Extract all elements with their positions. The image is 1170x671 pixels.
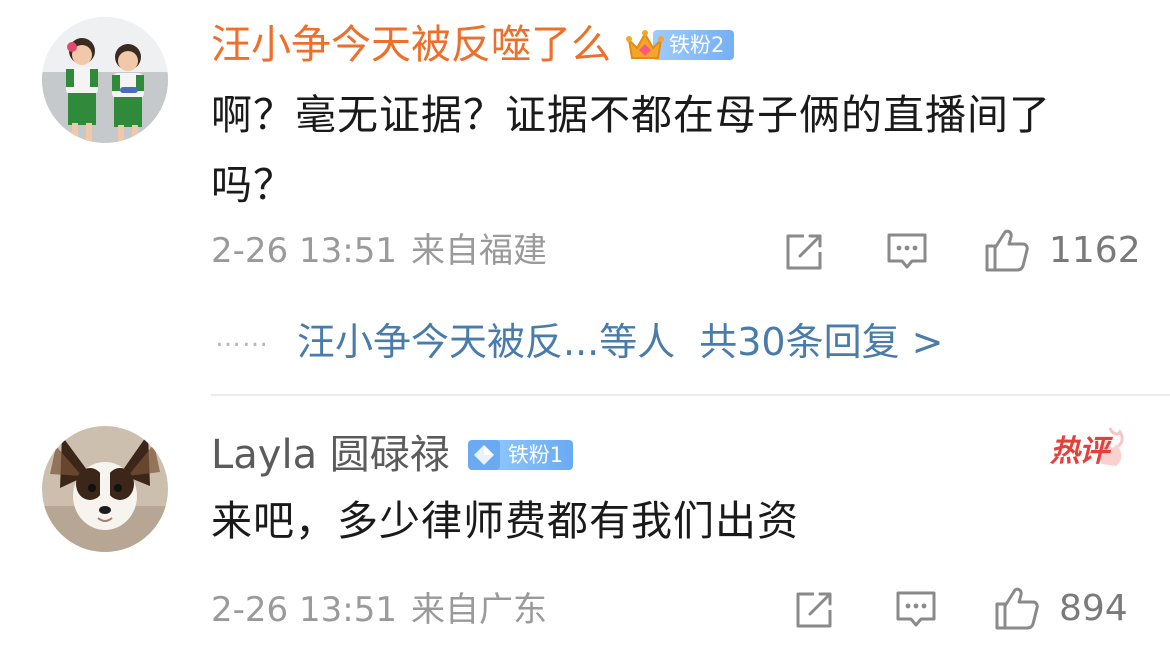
- avatar-papillon-dog-icon: [42, 426, 168, 552]
- username-row: Layla 圆碌禄 铁粉1: [211, 425, 574, 485]
- reply-button[interactable]: [893, 586, 939, 634]
- fan-badge-label: 铁粉1: [491, 440, 574, 470]
- fan-badge-label: 铁粉2: [653, 30, 735, 60]
- comment-icon: [896, 591, 936, 627]
- hot-comment-label: 热评: [1050, 434, 1109, 469]
- reply-button[interactable]: [884, 228, 930, 276]
- share-button[interactable]: [792, 586, 836, 634]
- like-count: 1162: [1049, 229, 1141, 271]
- thumbs-up-icon: [995, 587, 1039, 630]
- share-icon: [786, 234, 822, 270]
- avatar-two-girls-icon: [42, 17, 168, 143]
- comment-2: Layla 圆碌禄 铁粉1 来吧，多少律师费都有我们出资 2-26 13:51 来…: [0, 396, 1170, 671]
- comment-location: 来自福建: [410, 231, 547, 271]
- replies-link[interactable]: …… 汪小争今天被反...等人 共30条回复 >: [215, 313, 944, 364]
- diamond-icon: [467, 440, 500, 470]
- comment-text: 来吧，多少律师费都有我们出资: [211, 497, 799, 545]
- replies-dots: ……: [215, 323, 269, 353]
- crown-icon: [626, 30, 664, 59]
- fan-badge[interactable]: 铁粉1: [464, 438, 574, 472]
- username[interactable]: Layla 圆碌禄: [211, 425, 450, 485]
- comment-icon: [887, 233, 927, 269]
- like-count: 894: [1059, 587, 1128, 629]
- comment-date: 2-26 13:51: [211, 231, 397, 271]
- avatar[interactable]: [42, 17, 168, 143]
- comment-location: 来自广东: [410, 590, 547, 630]
- avatar[interactable]: [42, 426, 168, 552]
- share-icon: [796, 592, 832, 628]
- replies-total: 共30条回复 >: [699, 319, 944, 364]
- username-row: 汪小争今天被反噬了么 铁粉2: [211, 15, 735, 75]
- hot-comment-badge: 热评: [1050, 420, 1130, 469]
- thumbs-up-icon: [985, 229, 1029, 272]
- share-button[interactable]: [782, 228, 826, 276]
- fan-badge[interactable]: 铁粉2: [625, 28, 735, 62]
- comment-1: 汪小争今天被反噬了么 铁粉2 啊？毫无证据？证据不都在母子俩的直播间了吗？ 2-…: [0, 0, 1170, 395]
- username[interactable]: 汪小争今天被反噬了么: [211, 15, 611, 75]
- like-button[interactable]: 1162: [983, 226, 1141, 274]
- like-button[interactable]: 894: [993, 584, 1128, 632]
- comment-meta: 2-26 13:51 来自福建: [211, 231, 547, 271]
- comment-meta: 2-26 13:51 来自广东: [211, 590, 547, 630]
- replies-others: 汪小争今天被反...等人: [297, 319, 676, 364]
- comment-text: 啊？毫无证据？证据不都在母子俩的直播间了吗？: [211, 91, 1051, 209]
- comment-date: 2-26 13:51: [211, 590, 397, 630]
